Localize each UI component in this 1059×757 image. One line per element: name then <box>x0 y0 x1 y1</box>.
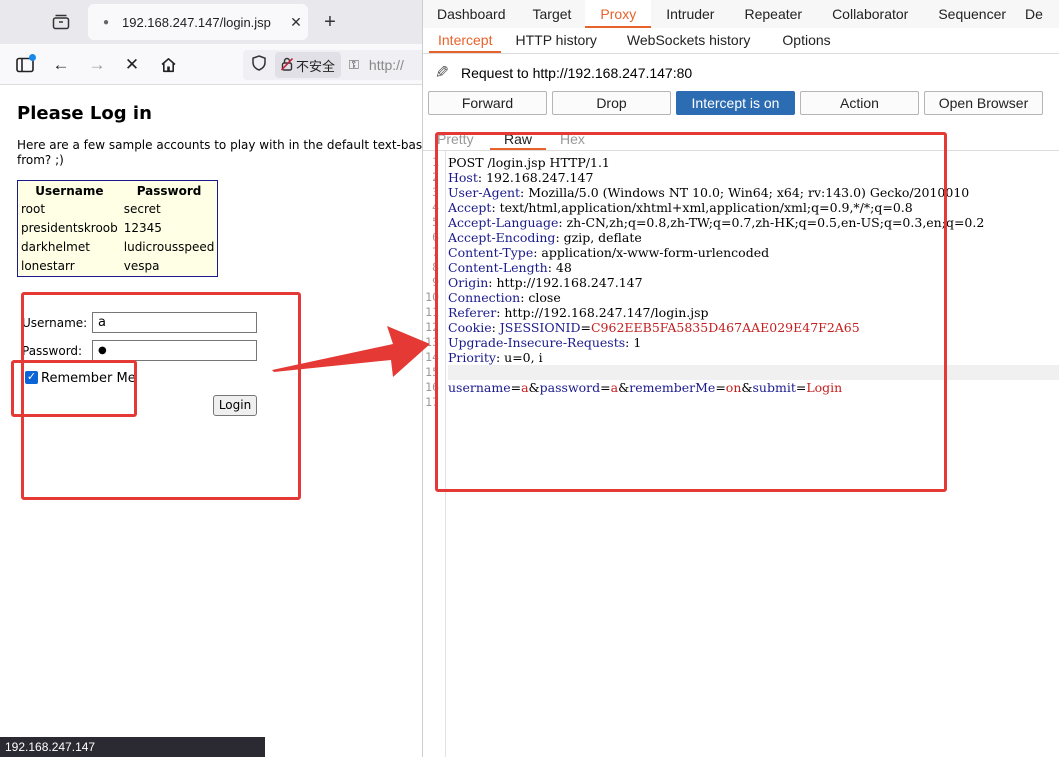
table-row: root secret <box>18 200 218 219</box>
insecure-connection-badge[interactable]: 不安全 <box>275 52 342 78</box>
tab-http-history[interactable]: HTTP history <box>501 28 610 53</box>
request-target-label: Request to http://192.168.247.147:80 <box>461 65 693 81</box>
column-header-password: Password <box>136 184 202 198</box>
request-info-bar: ✎ Request to http://192.168.247.147:80 <box>431 60 692 86</box>
intro-line-1: Here are a few sample accounts to play w… <box>17 138 422 152</box>
intercept-toggle-button[interactable]: Intercept is on <box>676 91 795 115</box>
annotation-box-remember-me <box>11 360 137 417</box>
cell-password: vespa <box>123 259 160 273</box>
cell-password: ludicrousspeed <box>123 240 215 254</box>
cell-password: 12345 <box>123 221 162 235</box>
tab-close-icon[interactable]: ✕ <box>284 14 308 31</box>
url-text[interactable]: http:// <box>369 57 404 73</box>
browser-tab-active[interactable]: ● 192.168.247.147/login.jsp ✕ <box>88 4 308 40</box>
table-row: lonestarr vespa <box>18 257 218 277</box>
cell-username: presidentskroob <box>21 221 118 235</box>
sidebar-toggle-button[interactable] <box>12 52 38 78</box>
tab-websockets-history[interactable]: WebSockets history <box>611 28 766 53</box>
tab-options[interactable]: Options <box>766 28 846 53</box>
page-title: Please Log in <box>17 103 152 124</box>
table-header-row: Username Password <box>18 181 218 201</box>
tab-dashboard[interactable]: Dashboard <box>423 0 519 28</box>
annotation-box-request <box>435 132 947 492</box>
tab-decoder[interactable]: De <box>1021 0 1047 28</box>
insecure-label: 不安全 <box>296 58 336 74</box>
new-tab-icon[interactable]: + <box>318 10 342 34</box>
sample-accounts-table: Username Password root secret presidents… <box>17 180 219 277</box>
table-row: darkhelmet ludicrousspeed <box>18 238 218 257</box>
intro-line-2: from? ;) <box>17 153 64 167</box>
proxy-sub-tabs: Intercept HTTP history WebSockets histor… <box>423 28 1059 54</box>
tab-sequencer[interactable]: Sequencer <box>923 0 1021 28</box>
open-browser-button[interactable]: Open Browser <box>924 91 1043 115</box>
back-arrow-icon[interactable]: ← <box>48 52 74 78</box>
tab-intruder[interactable]: Intruder <box>651 0 729 28</box>
insecure-lock-icon <box>280 57 294 74</box>
home-icon[interactable] <box>155 52 181 78</box>
tab-loading-icon: ● <box>102 16 110 28</box>
stop-loading-icon[interactable]: ✕ <box>119 52 145 78</box>
pencil-icon[interactable]: ✎ <box>431 62 453 84</box>
tab-proxy[interactable]: Proxy <box>585 0 652 28</box>
tab-title: 192.168.247.147/login.jsp <box>122 14 271 30</box>
column-header-username: Username <box>35 184 104 198</box>
tab-intercept[interactable]: Intercept <box>429 28 502 53</box>
cell-username: darkhelmet <box>21 240 90 254</box>
table-row: presidentskroob 12345 <box>18 219 218 238</box>
sidebar-badge-dot <box>29 54 36 61</box>
tab-repeater[interactable]: Repeater <box>729 0 817 28</box>
forward-button[interactable]: Forward <box>428 91 547 115</box>
browser-tab-bar: ● 192.168.247.147/login.jsp ✕ + <box>0 0 422 44</box>
browser-nav-bar: ← → ✕ 不安全 ⚿ http:// <box>0 44 422 85</box>
tab-collaborator[interactable]: Collaborator <box>817 0 923 28</box>
page-intro: Here are a few sample accounts to play w… <box>17 138 422 168</box>
action-button[interactable]: Action <box>800 91 919 115</box>
tab-list-icon[interactable] <box>49 11 73 33</box>
forward-arrow-icon[interactable]: → <box>84 52 110 78</box>
tab-target[interactable]: Target <box>519 0 586 28</box>
address-bar[interactable]: 不安全 ⚿ http:// <box>243 50 422 80</box>
drop-button[interactable]: Drop <box>552 91 671 115</box>
status-bar: 192.168.247.147 <box>0 737 265 757</box>
burp-main-tabs: Dashboard Target Proxy Intruder Repeater… <box>423 0 1059 28</box>
cell-password: secret <box>123 202 161 216</box>
shield-icon[interactable] <box>249 55 269 75</box>
cell-username: lonestarr <box>21 259 75 273</box>
key-icon[interactable]: ⚿ <box>349 57 359 73</box>
cell-username: root <box>21 202 46 216</box>
